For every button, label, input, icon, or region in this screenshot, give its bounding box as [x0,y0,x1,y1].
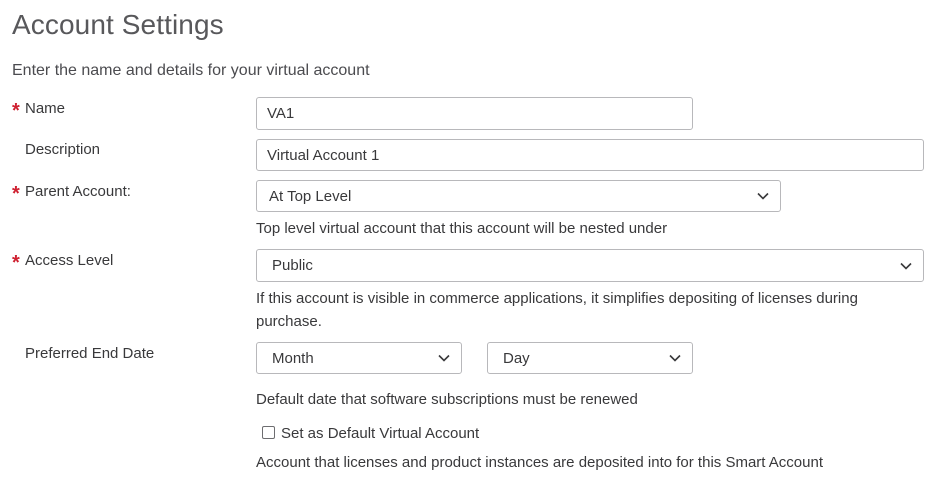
access-level-select[interactable]: Public [256,249,924,282]
page-title: Account Settings [12,9,224,40]
default-account-checkbox-label[interactable]: Set as Default Virtual Account [281,425,479,442]
default-account-checkbox[interactable] [262,426,275,439]
chevron-down-icon [757,192,769,200]
day-select[interactable]: Day [487,342,693,374]
month-select[interactable]: Month [256,342,462,374]
preferred-end-date-label: Preferred End Date [25,345,155,362]
required-marker: * [12,252,20,274]
name-input-value: VA1 [267,105,295,122]
chevron-down-icon [438,354,450,362]
preferred-end-date-help: Default date that software subscriptions… [256,391,638,408]
parent-account-selected: At Top Level [269,187,352,205]
access-level-label: Access Level [25,252,114,269]
description-input[interactable]: Virtual Account 1 [256,139,924,171]
access-level-help: If this account is visible in commerce a… [256,290,858,330]
parent-account-select[interactable]: At Top Level [256,180,781,212]
default-account-help: Account that licenses and product instan… [256,454,823,471]
month-selected: Month [272,349,314,367]
required-marker: * [12,100,20,122]
chevron-down-icon [900,262,912,270]
description-label: Description [25,141,101,158]
page-subtitle: Enter the name and details for your virt… [12,62,370,79]
day-selected: Day [503,349,530,367]
required-marker: * [12,183,20,205]
parent-account-label: Parent Account: [25,183,131,200]
name-label: Name [25,100,66,117]
parent-account-help: Top level virtual account that this acco… [256,220,668,237]
name-input[interactable]: VA1 [256,97,693,130]
description-input-value: Virtual Account 1 [267,146,380,164]
chevron-down-icon [669,354,681,362]
access-level-selected: Public [272,257,313,274]
